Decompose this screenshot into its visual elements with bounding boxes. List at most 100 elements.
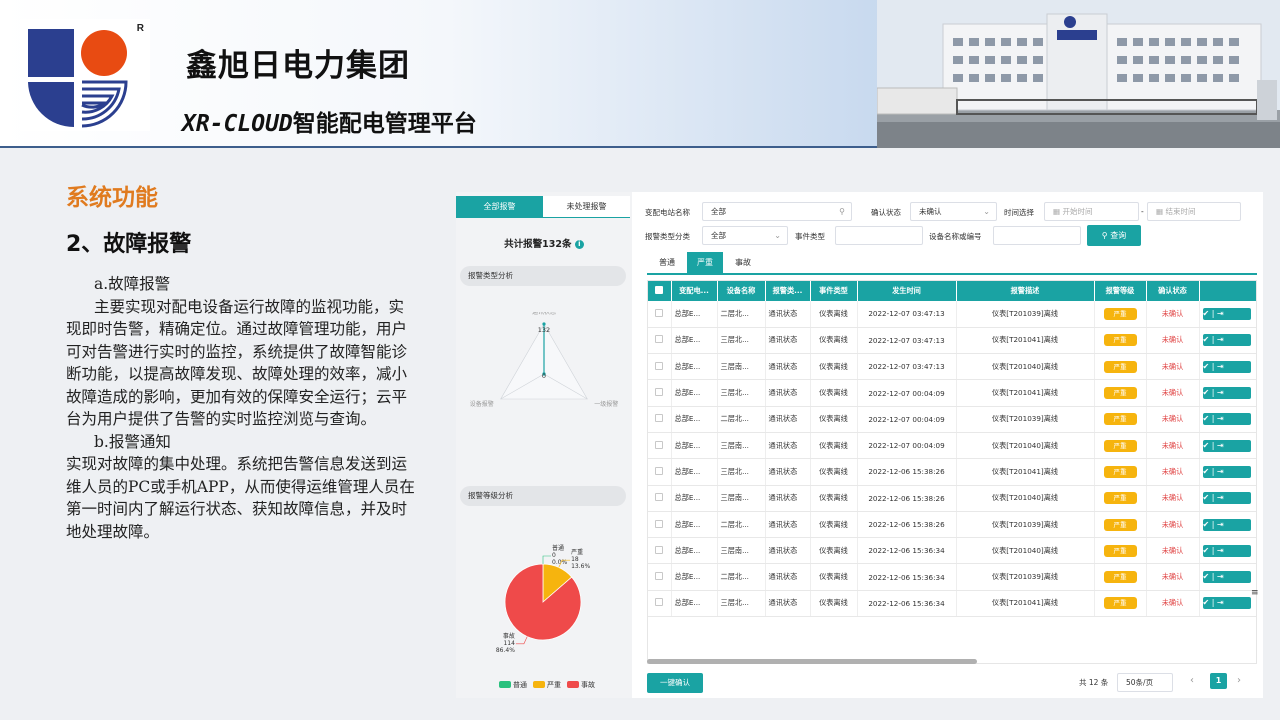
check-circle-icon[interactable]: ✔ bbox=[1203, 388, 1210, 397]
row-checkbox[interactable] bbox=[648, 379, 672, 407]
legend-swatch[interactable] bbox=[567, 681, 579, 688]
table-row[interactable]: 总部E... 二层北... 通讯状态 仪表离线 2022-12-06 15:36:34 仪… bbox=[648, 563, 1256, 591]
info-icon[interactable]: i bbox=[574, 240, 584, 249]
event-type-select[interactable] bbox=[835, 226, 923, 245]
horizontal-scrollbar[interactable] bbox=[647, 659, 977, 664]
table-row[interactable]: 总部E... 三层北... 通讯状态 仪表离线 2022-12-07 00:04:09 仪… bbox=[648, 379, 1256, 407]
table-row[interactable]: 总部E... 三层南... 通讯状态 仪表离线 2022-12-06 15:38:26 仪… bbox=[648, 485, 1256, 512]
cell-device: 三层南... bbox=[717, 353, 766, 381]
station-select[interactable]: 全部 ⚲ bbox=[702, 202, 852, 221]
exit-icon[interactable]: ⇥ bbox=[1217, 467, 1224, 476]
select-all-checkbox[interactable] bbox=[648, 281, 672, 301]
row-checkbox[interactable] bbox=[648, 537, 672, 565]
tab-severe[interactable]: 严重 bbox=[687, 252, 723, 273]
operation-buttons[interactable]: ✔ | ⇥ bbox=[1202, 387, 1251, 400]
exit-icon[interactable]: ⇥ bbox=[1217, 493, 1224, 502]
exit-icon[interactable]: ⇥ bbox=[1217, 414, 1224, 423]
check-circle-icon[interactable]: ✔ bbox=[1203, 572, 1210, 581]
operation-buttons[interactable]: ✔ | ⇥ bbox=[1202, 465, 1251, 478]
row-checkbox[interactable] bbox=[648, 301, 672, 328]
level-badge: 严重 bbox=[1103, 571, 1137, 584]
check-circle-icon[interactable]: ✔ bbox=[1203, 598, 1210, 607]
exit-icon[interactable]: ⇥ bbox=[1217, 362, 1224, 371]
search-icon[interactable]: ⚲ bbox=[839, 203, 845, 220]
col-description[interactable]: 报警描述 bbox=[956, 281, 1095, 301]
confirm-all-button[interactable]: 一键确认 bbox=[647, 673, 703, 693]
row-checkbox[interactable] bbox=[648, 458, 672, 486]
operation-buttons[interactable]: ✔ | ⇥ bbox=[1202, 571, 1251, 584]
exit-icon[interactable]: ⇥ bbox=[1217, 572, 1224, 581]
row-checkbox[interactable] bbox=[648, 485, 672, 512]
end-time-input[interactable]: ▦ 结束时间 bbox=[1147, 202, 1241, 221]
row-checkbox[interactable] bbox=[648, 563, 672, 591]
exit-icon[interactable]: ⇥ bbox=[1217, 309, 1224, 318]
device-input[interactable] bbox=[993, 226, 1081, 245]
table-row[interactable]: 总部E... 三层南... 通讯状态 仪表离线 2022-12-06 15:36:34 仪… bbox=[648, 537, 1256, 565]
tab-unhandled-alarms[interactable]: 未处理报警 bbox=[543, 196, 630, 218]
col-device[interactable]: 设备名称 bbox=[717, 281, 766, 301]
table-row[interactable]: 总部E... 三层北... 通讯状态 仪表离线 2022-12-06 15:36:34 仪… bbox=[648, 590, 1256, 618]
table-row[interactable]: 总部E... 二层北... 通讯状态 仪表离线 2022-12-06 15:38:26 仪… bbox=[648, 511, 1256, 539]
platform-suffix: 智能配电管理平台 bbox=[292, 111, 477, 137]
tab-all-alarms[interactable]: 全部报警 bbox=[456, 196, 543, 218]
column-settings-icon[interactable]: ≡ bbox=[1251, 588, 1259, 598]
table-row[interactable]: 总部E... 二层北... 通讯状态 仪表离线 2022-12-07 00:04:09 仪… bbox=[648, 406, 1256, 433]
col-level[interactable]: 报警等级 bbox=[1094, 281, 1147, 301]
col-station[interactable]: 变配电... bbox=[671, 281, 718, 301]
row-checkbox[interactable] bbox=[648, 511, 672, 539]
operation-buttons[interactable]: ✔ | ⇥ bbox=[1202, 597, 1251, 610]
table-row[interactable]: 总部E... 三层南... 通讯状态 仪表离线 2022-12-07 03:47:13 仪… bbox=[648, 353, 1256, 381]
next-page-button[interactable]: › bbox=[1237, 675, 1241, 686]
row-checkbox[interactable] bbox=[648, 327, 672, 355]
col-alarm-category[interactable]: 报警类... bbox=[765, 281, 811, 301]
exit-icon[interactable]: ⇥ bbox=[1217, 441, 1224, 450]
table-row[interactable]: 总部E... 三层南... 通讯状态 仪表离线 2022-12-07 00:04:09 仪… bbox=[648, 432, 1256, 460]
page-number-button[interactable]: 1 bbox=[1210, 673, 1227, 689]
legend-swatch[interactable] bbox=[499, 681, 511, 688]
check-circle-icon[interactable]: ✔ bbox=[1203, 335, 1210, 344]
operation-buttons[interactable]: ✔ | ⇥ bbox=[1202, 492, 1251, 505]
table-row[interactable]: 总部E... 三层北... 通讯状态 仪表离线 2022-12-06 15:38:26 仪… bbox=[648, 458, 1256, 486]
check-circle-icon[interactable]: ✔ bbox=[1203, 362, 1210, 371]
exit-icon[interactable]: ⇥ bbox=[1217, 335, 1224, 344]
table-row[interactable]: 总部E... 三层北... 通讯状态 仪表离线 2022-12-07 03:47:13 仪… bbox=[648, 327, 1256, 355]
operation-buttons[interactable]: ✔ | ⇥ bbox=[1202, 439, 1251, 452]
operation-buttons[interactable]: ✔ | ⇥ bbox=[1202, 360, 1251, 373]
check-circle-icon[interactable]: ✔ bbox=[1203, 520, 1210, 529]
pie-legend: 普通 严重 事故 bbox=[456, 680, 632, 690]
check-circle-icon[interactable]: ✔ bbox=[1203, 309, 1210, 318]
check-circle-icon[interactable]: ✔ bbox=[1203, 493, 1210, 502]
check-circle-icon[interactable]: ✔ bbox=[1203, 546, 1210, 555]
col-time[interactable]: 发生时间 bbox=[857, 281, 957, 301]
exit-icon[interactable]: ⇥ bbox=[1217, 520, 1224, 529]
col-event-type[interactable]: 事件类型 bbox=[810, 281, 858, 301]
start-time-input[interactable]: ▦ 开始时间 bbox=[1044, 202, 1139, 221]
exit-icon[interactable]: ⇥ bbox=[1217, 546, 1224, 555]
row-checkbox[interactable] bbox=[648, 406, 672, 433]
tab-accident[interactable]: 事故 bbox=[725, 252, 761, 273]
table-row[interactable]: 总部E... 二层北... 通讯状态 仪表离线 2022-12-07 03:47:13 仪… bbox=[648, 301, 1256, 328]
check-circle-icon[interactable]: ✔ bbox=[1203, 414, 1210, 423]
exit-icon[interactable]: ⇥ bbox=[1217, 388, 1224, 397]
tab-normal[interactable]: 普通 bbox=[649, 252, 685, 273]
row-checkbox[interactable] bbox=[648, 432, 672, 460]
legend-swatch[interactable] bbox=[533, 681, 545, 688]
operation-buttons[interactable]: ✔ | ⇥ bbox=[1202, 307, 1251, 320]
exit-icon[interactable]: ⇥ bbox=[1217, 598, 1224, 607]
page-size-select[interactable]: 50条/页 bbox=[1117, 673, 1173, 692]
confirm-status-select[interactable]: 未确认 ⌄ bbox=[910, 202, 997, 221]
category-select[interactable]: 全部 ⌄ bbox=[702, 226, 788, 245]
row-checkbox[interactable] bbox=[648, 590, 672, 618]
operation-buttons[interactable]: ✔ | ⇥ bbox=[1202, 544, 1251, 557]
prev-page-button[interactable]: ‹ bbox=[1190, 675, 1194, 686]
check-circle-icon[interactable]: ✔ bbox=[1203, 467, 1210, 476]
operation-buttons[interactable]: ✔ | ⇥ bbox=[1202, 413, 1251, 426]
check-circle-icon[interactable]: ✔ bbox=[1203, 441, 1210, 450]
operation-buttons[interactable]: ✔ | ⇥ bbox=[1202, 518, 1251, 531]
row-checkbox[interactable] bbox=[648, 353, 672, 381]
query-button[interactable]: ⚲ 查询 bbox=[1087, 225, 1141, 246]
cell-description: 仪表[T201040]离线 bbox=[956, 353, 1095, 381]
legend-label: 普通 bbox=[513, 681, 527, 689]
operation-buttons[interactable]: ✔ | ⇥ bbox=[1202, 334, 1251, 347]
col-confirm-status[interactable]: 确认状态 bbox=[1146, 281, 1200, 301]
